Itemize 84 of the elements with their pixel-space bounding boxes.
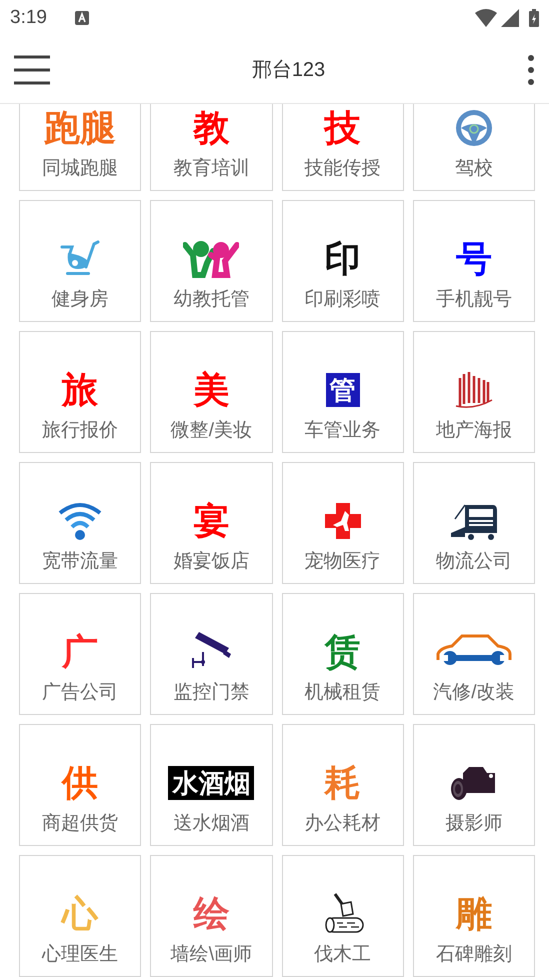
category-tile[interactable]: 水酒烟 送水烟酒 (150, 724, 272, 846)
signal-icon (501, 9, 519, 27)
category-tile[interactable]: 驾校 (412, 104, 535, 191)
category-label: 商超供货 (42, 812, 118, 836)
category-label: 汽修/改装 (433, 681, 515, 705)
category-tile[interactable]: 美 微整/美妆 (150, 331, 272, 453)
category-label: 同城跑腿 (42, 157, 118, 181)
category-tile[interactable]: 监控门禁 (150, 593, 272, 715)
menu-icon[interactable] (14, 54, 50, 84)
category-label: 机械租赁 (304, 681, 381, 705)
logo-glyph: 耗 (324, 763, 361, 803)
category-label: 广告公司 (42, 681, 118, 705)
logo-glyph: 号 (456, 239, 492, 279)
category-tile[interactable]: 物流公司 (412, 462, 535, 584)
logo-glyph: 心 (62, 894, 98, 934)
category-label: 心理医生 (42, 943, 118, 967)
category-label: 婚宴饭店 (173, 550, 250, 574)
logo-glyph: 旅 (62, 370, 98, 410)
logo-glyph: 教 (193, 108, 230, 148)
logo-glyph: 绘 (193, 894, 230, 934)
category-label: 健身房 (52, 288, 109, 312)
category-label: 宠物医疗 (304, 550, 381, 574)
app-title: 邢台123 (252, 58, 326, 82)
logo-glyph: 供 (62, 763, 98, 803)
category-tile[interactable]: 宽带流量 (19, 462, 142, 584)
logo-glyph: 美 (193, 370, 230, 410)
category-tile[interactable]: 印 印刷彩喷 (282, 200, 404, 322)
logo-glyph: 雕 (456, 894, 492, 934)
logo-badge: 管 (326, 373, 360, 407)
keyboard-icon (74, 11, 89, 25)
category-tile[interactable]: 耗 办公耗材 (282, 724, 404, 846)
category-tile[interactable]: 幼教托管 (150, 200, 272, 322)
category-tile[interactable]: 绘 墙绘\画师 (150, 855, 272, 977)
logo-glyph: 跑腿 (44, 108, 116, 148)
category-tile[interactable]: 心 心理医生 (19, 855, 142, 977)
category-label: 微整/美妆 (170, 419, 252, 443)
two-kids-icon (183, 239, 240, 279)
logo-glyph: 印 (324, 239, 361, 279)
category-label: 物流公司 (436, 550, 512, 574)
category-label: 车管业务 (304, 419, 381, 443)
category-label: 摄影师 (445, 812, 502, 836)
category-tile[interactable]: 地产海报 (412, 331, 535, 453)
category-tile[interactable]: 伐木工 (282, 855, 404, 977)
category-label: 送水烟酒 (173, 812, 250, 836)
logo-badge: 水酒烟 (168, 766, 254, 800)
category-tile[interactable]: 汽修/改装 (412, 593, 535, 715)
category-tile[interactable]: 雕 石碑雕刻 (412, 855, 535, 977)
logo-glyph: 赁 (324, 632, 361, 672)
category-tile[interactable]: 供 商超供货 (19, 724, 142, 846)
logo-glyph: 广 (62, 632, 98, 672)
category-label: 监控门禁 (173, 681, 250, 705)
category-label: 幼教托管 (173, 288, 250, 312)
category-tile[interactable]: 摄影师 (412, 724, 535, 846)
more-options-icon[interactable] (527, 54, 535, 84)
category-tile[interactable]: 宠物医疗 (282, 462, 404, 584)
steering-wheel-icon (454, 108, 494, 148)
category-tile[interactable]: 旅 旅行报价 (19, 331, 142, 453)
status-time: 3:19 (10, 6, 47, 30)
category-tile[interactable]: 跑腿 同城跑腿 (19, 104, 142, 191)
category-label: 教育培训 (173, 157, 250, 181)
logo-glyph: 技 (324, 108, 361, 148)
category-tile[interactable]: 管 车管业务 (282, 331, 404, 453)
category-label: 地产海报 (436, 419, 512, 443)
category-label: 手机靓号 (436, 288, 512, 312)
category-label: 技能传授 (304, 157, 381, 181)
buildings-icon (454, 370, 494, 410)
category-label: 墙绘\画师 (170, 943, 252, 967)
category-label: 印刷彩喷 (304, 288, 381, 312)
category-tile[interactable]: 广 广告公司 (19, 593, 142, 715)
category-tile[interactable]: 技 技能传授 (282, 104, 404, 191)
category-tile[interactable]: 号 手机靓号 (412, 200, 535, 322)
medical-cross-dog-icon (322, 501, 363, 541)
category-label: 伐木工 (314, 943, 372, 967)
battery-icon (529, 9, 539, 27)
category-tile[interactable]: 宴 婚宴饭店 (150, 462, 272, 584)
category-label: 办公耗材 (304, 812, 381, 836)
category-tile[interactable]: 健身房 (19, 200, 142, 322)
category-tile[interactable]: 教 教育培训 (150, 104, 272, 191)
category-label: 旅行报价 (42, 419, 118, 443)
category-label: 驾校 (454, 157, 493, 181)
category-tile[interactable]: 赁 机械租赁 (282, 593, 404, 715)
logo-glyph: 宴 (193, 501, 230, 541)
category-label: 宽带流量 (42, 550, 118, 574)
category-label: 石碑雕刻 (436, 943, 512, 967)
